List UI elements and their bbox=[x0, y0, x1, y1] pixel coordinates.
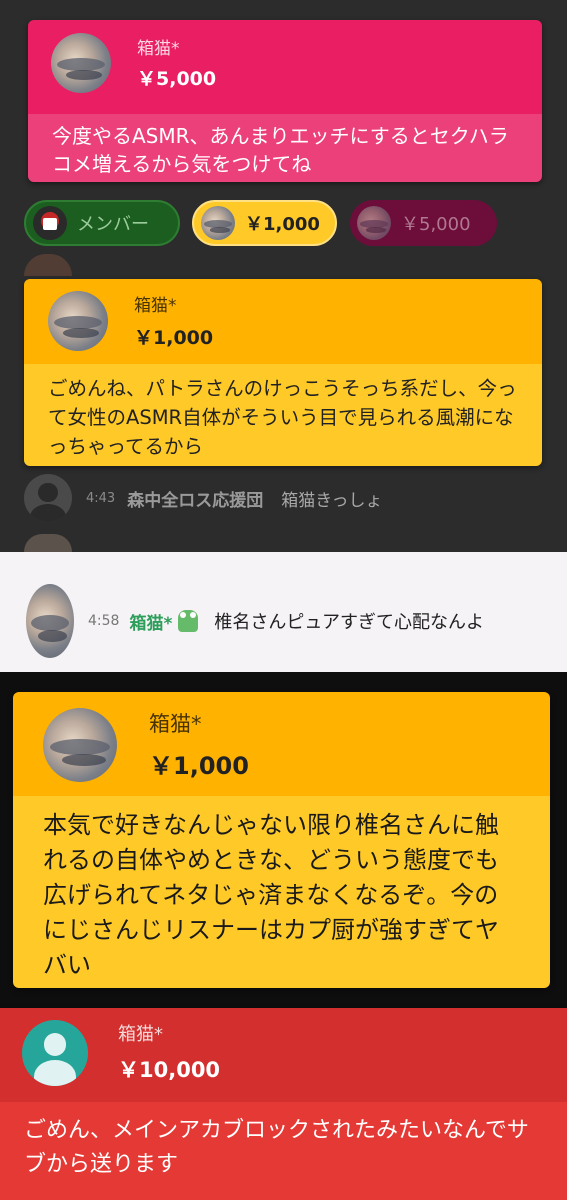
sky-avatar-icon bbox=[43, 708, 117, 782]
super-chat-author: 箱猫* bbox=[137, 39, 180, 59]
filter-chip-5000[interactable]: ￥5,000 bbox=[350, 200, 497, 246]
member-avatar-icon bbox=[33, 206, 67, 240]
filter-chip-member[interactable]: メンバー bbox=[24, 200, 180, 246]
super-chat-header: 箱猫* ￥1,000 bbox=[13, 692, 550, 796]
super-chat-author: 箱猫* bbox=[149, 712, 202, 736]
super-chat-amount: ￥5,000 bbox=[137, 68, 217, 90]
super-chat-message: ごめんね、パトラさんのけっこうそっち系だし、今って女性のASMR自体がそういう目… bbox=[24, 364, 542, 466]
chip-label: ￥1,000 bbox=[245, 214, 320, 235]
super-chat-card[interactable]: 箱猫* ￥5,000 今度やるASMR、あんまりエッチにするとセクハラコメ増える… bbox=[28, 20, 542, 182]
sky-avatar-icon bbox=[201, 206, 235, 240]
message-text: 箱猫きっしょ bbox=[281, 490, 383, 511]
super-chat-message: 今度やるASMR、あんまりエッチにするとセクハラコメ増えるから気をつけてね bbox=[28, 114, 542, 182]
chip-label: ￥5,000 bbox=[401, 214, 471, 235]
frog-badge-icon bbox=[178, 610, 199, 632]
super-chat-amount: ￥10,000 bbox=[118, 1058, 221, 1082]
chat-message-row[interactable]: 4:58 箱猫* 椎名さんピュアすぎて心配なんよ bbox=[26, 584, 484, 658]
faded-chat-row bbox=[24, 534, 72, 552]
super-chat-card[interactable]: 箱猫* ￥1,000 ごめんね、パトラさんのけっこうそっち系だし、今って女性のA… bbox=[24, 279, 542, 466]
chat-message-row[interactable]: 4:43 森中全ロス応援団 箱猫きっしょ bbox=[24, 474, 383, 522]
super-chat-card[interactable]: 箱猫* ￥1,000 本気で好きなんじゃない限り椎名さんに触れるの自体やめときな… bbox=[13, 692, 550, 988]
super-chat-header: 箱猫* ￥1,000 bbox=[24, 279, 542, 364]
message-time: 4:43 bbox=[86, 490, 116, 506]
super-chat-author: 箱猫* bbox=[134, 296, 177, 316]
super-chat-message: 本気で好きなんじゃない限り椎名さんに触れるの自体やめときな、どういう態度でも広げ… bbox=[13, 796, 550, 988]
message-text: 椎名さんピュアすぎて心配なんよ bbox=[214, 612, 484, 633]
user-avatar-icon bbox=[24, 474, 72, 522]
message-time: 4:58 bbox=[88, 613, 120, 629]
super-chat-header: 箱猫* ￥10,000 bbox=[0, 1008, 567, 1102]
message-author: 箱猫* bbox=[129, 613, 173, 634]
super-chat-author: 箱猫* bbox=[118, 1024, 163, 1045]
sky-avatar-icon bbox=[51, 33, 111, 93]
chip-label: メンバー bbox=[77, 214, 149, 235]
sky-avatar-icon bbox=[357, 206, 391, 240]
filter-chip-1000[interactable]: ￥1,000 bbox=[192, 200, 337, 246]
super-chat-header: 箱猫* ￥5,000 bbox=[28, 20, 542, 114]
sky-avatar-icon bbox=[48, 291, 108, 351]
super-chat-message: ごめん、メインアカブロックされたみたいなんでサブから送ります bbox=[0, 1102, 567, 1200]
person-avatar-icon bbox=[22, 1020, 88, 1086]
super-chat-amount: ￥1,000 bbox=[134, 327, 214, 349]
sky-avatar-icon bbox=[26, 584, 74, 658]
message-author: 森中全ロス応援団 bbox=[127, 490, 264, 511]
super-chat-amount: ￥1,000 bbox=[149, 752, 249, 780]
super-chat-card[interactable]: 箱猫* ￥10,000 ごめん、メインアカブロックされたみたいなんでサブから送り… bbox=[0, 1008, 567, 1200]
